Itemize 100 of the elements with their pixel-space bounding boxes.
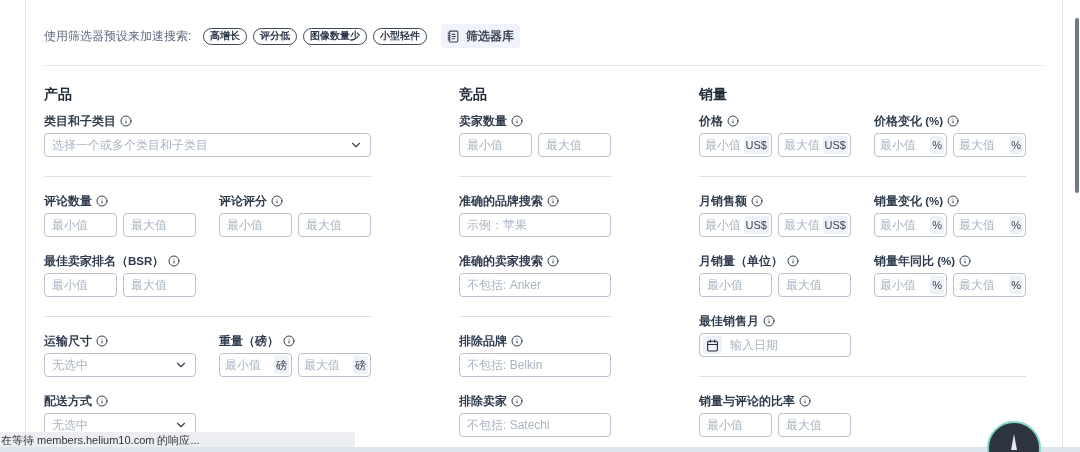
info-icon[interactable]: [727, 115, 739, 127]
number-field[interactable]: 最小值: [44, 213, 117, 237]
info-icon[interactable]: [959, 255, 972, 267]
number-field[interactable]: 最小值: [699, 273, 772, 297]
unit-label: %: [930, 136, 944, 154]
field-label: 类目和子类目: [44, 114, 116, 128]
info-icon[interactable]: [271, 195, 283, 207]
number-field[interactable]: 最大值: [123, 213, 196, 237]
number-field[interactable]: 最大值 US$: [778, 213, 851, 237]
info-icon[interactable]: [547, 195, 559, 207]
notebook-icon: [447, 29, 461, 43]
info-icon[interactable]: [283, 335, 295, 347]
unit-label: %: [930, 216, 944, 234]
number-field[interactable]: 最小值 %: [874, 213, 947, 237]
field-label: 最佳销售月: [699, 314, 759, 328]
field-label: 月销量（单位）: [699, 254, 783, 268]
info-icon[interactable]: [120, 115, 132, 127]
number-field[interactable]: 最大值 磅: [298, 353, 371, 377]
number-field[interactable]: 最大值: [778, 273, 851, 297]
field-label: 卖家数量: [459, 114, 507, 128]
unit-label: %: [930, 276, 944, 294]
number-input[interactable]: 最小值: [880, 216, 931, 234]
number-input[interactable]: 最大值: [784, 216, 823, 234]
field-label: 重量（磅）: [219, 334, 279, 348]
section-heading: 销量: [699, 85, 728, 104]
unit-label: US$: [743, 216, 769, 234]
number-field[interactable]: 最大值: [123, 273, 196, 297]
number-field[interactable]: 最小值 %: [874, 273, 947, 297]
number-field[interactable]: 最大值 %: [953, 133, 1026, 157]
info-icon[interactable]: [96, 335, 108, 347]
info-icon[interactable]: [96, 195, 108, 207]
info-icon[interactable]: [787, 255, 799, 267]
field-label: 销量变化 (%): [874, 194, 944, 208]
info-icon[interactable]: [751, 195, 763, 207]
field-label: 配送方式: [44, 394, 92, 408]
unit-label: %: [1009, 216, 1023, 234]
number-input[interactable]: 最小值: [225, 356, 274, 374]
field-label: 评论评分: [219, 194, 267, 208]
number-input[interactable]: 最小值: [880, 276, 931, 294]
number-input[interactable]: 最大值: [959, 136, 1010, 154]
text-field[interactable]: 不包括: Belkin: [459, 353, 611, 377]
info-icon[interactable]: [799, 395, 811, 407]
number-field[interactable]: 最大值: [778, 413, 851, 437]
info-icon[interactable]: [947, 195, 960, 207]
unit-label: 磅: [353, 356, 368, 374]
field-label: 排除品牌: [459, 334, 507, 348]
field-label: 价格: [699, 114, 723, 128]
number-field[interactable]: 最大值: [298, 213, 371, 237]
number-input[interactable]: 最小值: [705, 216, 744, 234]
field-label: 排除卖家: [459, 394, 507, 408]
number-field[interactable]: 最小值 US$: [699, 133, 772, 157]
date-input[interactable]: 输入日期: [730, 336, 843, 354]
number-field[interactable]: 最小值: [459, 133, 532, 157]
unit-label: US$: [743, 136, 769, 154]
number-input[interactable]: 最大值: [784, 136, 823, 154]
info-icon[interactable]: [511, 115, 523, 127]
info-icon[interactable]: [547, 255, 559, 267]
calendar-icon: [703, 336, 722, 354]
text-field[interactable]: 示例：苹果: [459, 213, 611, 237]
info-icon[interactable]: [511, 335, 523, 347]
info-icon[interactable]: [511, 395, 523, 407]
info-icon[interactable]: [763, 315, 775, 327]
number-input[interactable]: 最大值: [959, 276, 1010, 294]
scrollbar[interactable]: [1075, 18, 1079, 193]
number-input[interactable]: 最大值: [959, 216, 1010, 234]
unit-label: US$: [822, 136, 848, 154]
field-label: 评论数量: [44, 194, 92, 208]
number-input[interactable]: 最大值: [304, 356, 353, 374]
field-label: 月销售额: [699, 194, 747, 208]
section-heading: 产品: [44, 85, 73, 104]
number-input[interactable]: 最小值: [705, 136, 744, 154]
field-label: 价格变化 (%): [874, 114, 944, 128]
field-label: 准确的卖家搜索: [459, 254, 543, 268]
number-field[interactable]: 最小值 磅: [219, 353, 292, 377]
number-field[interactable]: 最小值: [699, 413, 772, 437]
unit-label: US$: [822, 216, 848, 234]
number-field[interactable]: 最小值: [44, 273, 117, 297]
number-field[interactable]: 最小值 %: [874, 133, 947, 157]
field-label: 销量与评论的比率: [699, 394, 795, 408]
info-icon[interactable]: [947, 115, 960, 127]
text-field[interactable]: 不包括: Satechi: [459, 413, 611, 437]
filter-library-button[interactable]: 筛选器库: [441, 24, 521, 48]
date-field[interactable]: 输入日期: [699, 333, 851, 357]
number-field[interactable]: 最大值 %: [953, 213, 1026, 237]
unit-label: %: [1009, 276, 1023, 294]
presets-label: 使用筛选器预设来加速搜索:: [44, 28, 192, 45]
field-label: 运输尺寸: [44, 334, 92, 348]
unit-label: 磅: [274, 356, 289, 374]
number-field[interactable]: 最大值 US$: [778, 133, 851, 157]
info-icon[interactable]: [168, 255, 181, 267]
number-field[interactable]: 最小值: [219, 213, 292, 237]
number-field[interactable]: 最大值 %: [953, 273, 1026, 297]
number-field[interactable]: 最小值 US$: [699, 213, 772, 237]
number-input[interactable]: 最小值: [880, 136, 931, 154]
unit-label: %: [1009, 136, 1023, 154]
text-field[interactable]: 不包括: Anker: [459, 273, 611, 297]
field-label: 最佳卖家排名（BSR）: [44, 254, 165, 268]
info-icon[interactable]: [96, 395, 108, 407]
section-heading: 竞品: [459, 85, 488, 104]
number-field[interactable]: 最大值: [538, 133, 611, 157]
